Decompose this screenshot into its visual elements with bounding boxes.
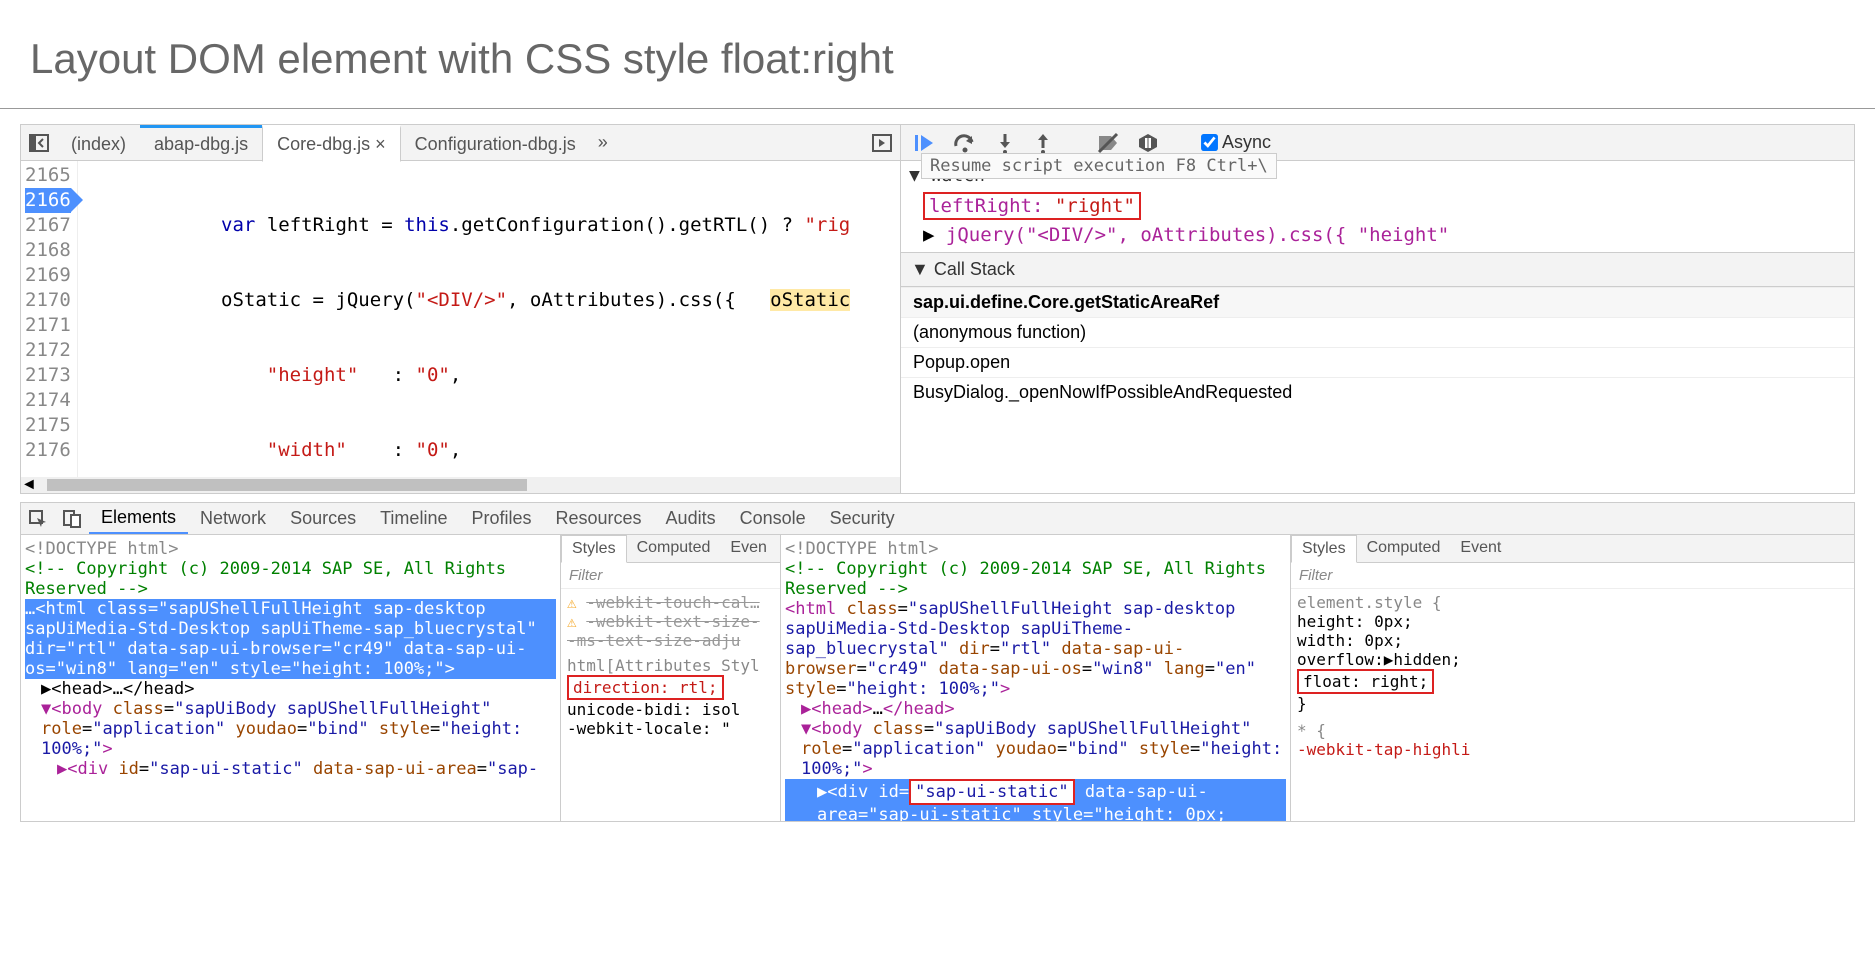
styles-filter[interactable]: Filter bbox=[561, 563, 780, 589]
callstack-frame[interactable]: BusyDialog._openNowIfPossibleAndRequeste… bbox=[901, 377, 1854, 407]
line-number[interactable]: 2175 bbox=[25, 413, 71, 438]
debugger-sidebar: Async Resume script execution F8 Ctrl+\ … bbox=[901, 125, 1854, 493]
sap-ui-static-highlight: "sap-ui-static" bbox=[909, 779, 1075, 805]
pause-on-exceptions-button[interactable] bbox=[1137, 132, 1159, 154]
styles-panel-right: Styles Computed Event Filter element.sty… bbox=[1291, 535, 1854, 821]
callstack-frame[interactable]: (anonymous function) bbox=[901, 317, 1854, 347]
line-number[interactable]: 2176 bbox=[25, 438, 71, 463]
more-tabs-icon[interactable]: » bbox=[590, 132, 616, 153]
bottom-devtools: Elements Network Sources Timeline Profil… bbox=[20, 502, 1855, 822]
devtools-main-tabs: Elements Network Sources Timeline Profil… bbox=[21, 503, 1854, 535]
async-checkbox[interactable]: Async bbox=[1203, 132, 1271, 153]
line-number[interactable]: 2169 bbox=[25, 263, 71, 288]
tab-index[interactable]: (index) bbox=[57, 125, 140, 161]
computed-tab[interactable]: Computed bbox=[1357, 535, 1451, 562]
divider bbox=[0, 108, 1875, 109]
styles-tab[interactable]: Styles bbox=[1291, 535, 1357, 563]
deactivate-breakpoints-button[interactable] bbox=[1097, 132, 1119, 154]
horizontal-scrollbar[interactable]: ◄ bbox=[21, 477, 900, 493]
tab-abap-dbg[interactable]: abap-dbg.js bbox=[140, 125, 262, 161]
direction-rtl-highlight: direction: rtl; bbox=[567, 675, 724, 700]
watch-leftright-highlight: leftRight: "right" bbox=[923, 192, 1141, 220]
styles-filter[interactable]: Filter bbox=[1291, 563, 1854, 589]
tab-sources[interactable]: Sources bbox=[278, 504, 368, 533]
resume-button[interactable] bbox=[913, 132, 935, 154]
resume-tooltip: Resume script execution F8 Ctrl+\ bbox=[921, 153, 1277, 179]
line-number[interactable]: 2165 bbox=[25, 163, 71, 188]
line-number[interactable]: 2170 bbox=[25, 288, 71, 313]
run-snippet-icon[interactable] bbox=[864, 133, 900, 153]
tab-network[interactable]: Network bbox=[188, 504, 278, 533]
computed-tab[interactable]: Computed bbox=[627, 535, 721, 562]
elements-tree-left[interactable]: <!DOCTYPE html> <!-- Copyright (c) 2009-… bbox=[21, 535, 561, 821]
tab-resources[interactable]: Resources bbox=[544, 504, 654, 533]
tab-elements[interactable]: Elements bbox=[89, 503, 188, 534]
line-number[interactable]: 2168 bbox=[25, 238, 71, 263]
line-number[interactable]: 2173 bbox=[25, 363, 71, 388]
step-into-button[interactable] bbox=[995, 132, 1015, 154]
callstack-frame[interactable]: Popup.open bbox=[901, 347, 1854, 377]
tab-timeline[interactable]: Timeline bbox=[368, 504, 459, 533]
line-number[interactable]: 2171 bbox=[25, 313, 71, 338]
line-number[interactable]: 2167 bbox=[25, 213, 71, 238]
line-number-breakpoint[interactable]: 2166 bbox=[25, 188, 71, 213]
tab-audits[interactable]: Audits bbox=[654, 504, 728, 533]
tab-configuration-dbg[interactable]: Configuration-dbg.js bbox=[401, 125, 590, 161]
tab-profiles[interactable]: Profiles bbox=[459, 504, 543, 533]
styles-tab[interactable]: Styles bbox=[561, 535, 627, 563]
devtools-sources-panel: (index) abap-dbg.js Core-dbg.js × Config… bbox=[20, 124, 1855, 494]
source-code-editor[interactable]: 2165 2166 2167 2168 2169 2170 2171 2172 … bbox=[21, 161, 900, 477]
code-content[interactable]: var leftRight = this.getConfiguration().… bbox=[78, 161, 900, 477]
styles-panel-left: Styles Computed Even Filter ⚠ -webkit-to… bbox=[561, 535, 781, 821]
selected-html-element[interactable]: …<html class="sapUShellFullHeight sap-de… bbox=[25, 599, 556, 679]
line-number[interactable]: 2174 bbox=[25, 388, 71, 413]
events-tab[interactable]: Event bbox=[1450, 535, 1511, 562]
page-title: Layout DOM element with CSS style float:… bbox=[0, 0, 1875, 108]
show-navigator-icon[interactable] bbox=[21, 133, 57, 153]
events-tab[interactable]: Even bbox=[720, 535, 776, 562]
watch-jquery-expr[interactable]: jQuery("<DIV/>", oAttributes).css({ "hei… bbox=[946, 224, 1449, 246]
callstack-header[interactable]: ▼ Call Stack bbox=[901, 253, 1854, 287]
inspect-icon[interactable] bbox=[21, 510, 55, 528]
source-file-tabs: (index) abap-dbg.js Core-dbg.js × Config… bbox=[21, 125, 900, 161]
tab-core-dbg[interactable]: Core-dbg.js × bbox=[262, 125, 401, 162]
float-right-highlight: float: right; bbox=[1297, 669, 1434, 694]
device-icon[interactable] bbox=[55, 510, 89, 528]
watch-section: Resume script execution F8 Ctrl+\ ▼ Watc… bbox=[901, 161, 1854, 253]
elements-tree-right[interactable]: <!DOCTYPE html> <!-- Copyright (c) 2009-… bbox=[781, 535, 1291, 821]
callstack-frame[interactable]: sap.ui.define.Core.getStaticAreaRef bbox=[901, 287, 1854, 317]
line-gutter[interactable]: 2165 2166 2167 2168 2169 2170 2171 2172 … bbox=[21, 161, 78, 477]
step-out-button[interactable] bbox=[1033, 132, 1053, 154]
tab-security[interactable]: Security bbox=[818, 504, 907, 533]
line-number[interactable]: 2172 bbox=[25, 338, 71, 363]
tab-console[interactable]: Console bbox=[728, 504, 818, 533]
selected-static-div[interactable]: ▶<div id="sap-ui-static" data-sap-ui-are… bbox=[785, 779, 1286, 821]
step-over-button[interactable] bbox=[953, 132, 977, 154]
